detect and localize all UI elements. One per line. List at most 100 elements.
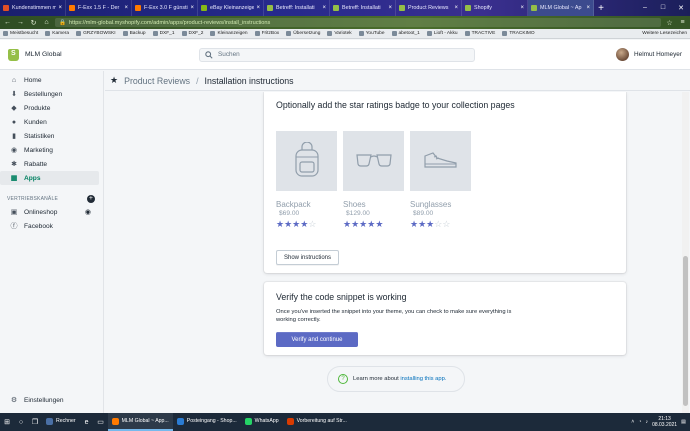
windows-start-icon[interactable]: ⊞	[0, 413, 14, 431]
home-icon[interactable]: ⌂	[42, 19, 51, 26]
browser-tab[interactable]: Shopify ×	[462, 0, 528, 16]
store-switcher[interactable]: MLM Global	[0, 48, 104, 61]
close-window-icon[interactable]: ✕	[672, 4, 690, 12]
star-filled-icon: ★	[284, 219, 293, 229]
close-tab-icon[interactable]: ×	[520, 5, 524, 11]
sidebar-item-kunden[interactable]: ● Kunden	[0, 115, 99, 129]
bookmark-item[interactable]: Lioft - Akku	[426, 31, 458, 36]
close-tab-icon[interactable]: ×	[388, 5, 392, 11]
chevron-up-icon[interactable]: ˄	[631, 419, 634, 425]
browser-tab[interactable]: Kundenstimmen m ×	[0, 0, 66, 16]
maximize-icon[interactable]: □	[654, 4, 672, 12]
bookmark-label: TRACTIVE	[471, 31, 496, 36]
bookmark-item[interactable]: TRACTIVE	[464, 31, 496, 36]
browser-tab[interactable]: Betreff: Installati ×	[330, 0, 396, 16]
close-tab-icon[interactable]: ×	[322, 5, 326, 11]
close-tab-icon[interactable]: ×	[124, 5, 128, 11]
learn-more-link[interactable]: installing this app.	[400, 376, 446, 382]
scrollbar[interactable]	[682, 92, 689, 413]
taskbar-app[interactable]: Posteingang - Shop...	[173, 413, 241, 431]
bookmark-item[interactable]: Backup	[122, 31, 146, 36]
sidebar-item-facebook[interactable]: ⓕ Facebook	[0, 219, 99, 233]
browser-tab[interactable]: eBay Kleinanzeige ×	[198, 0, 264, 16]
bookmark-favicon-icon	[76, 31, 82, 36]
url-field[interactable]: 🔒 https://mlm-global.myshopify.com/admin…	[55, 18, 661, 27]
sidebar-item-bestellungen[interactable]: ⬇ Bestellungen	[0, 87, 99, 101]
task-view-icon[interactable]: ❐	[28, 413, 42, 431]
bookmark-item[interactable]: abetoot_1	[391, 31, 420, 36]
bookmark-star-icon[interactable]: ☆	[665, 19, 674, 27]
other-bookmarks[interactable]: Weitere Lesezeichen	[642, 31, 687, 36]
apps-icon: ▦	[10, 175, 18, 182]
close-tab-icon[interactable]: ×	[190, 5, 194, 11]
close-tab-icon[interactable]: ×	[58, 5, 62, 11]
eye-icon[interactable]: ◉	[85, 208, 91, 216]
bookmark-item[interactable]: Kamera	[45, 31, 69, 36]
star-rating: ★★★★☆	[276, 220, 337, 229]
user-menu[interactable]: Helmut Homeyer	[616, 48, 690, 61]
new-tab-button[interactable]: +	[594, 3, 608, 14]
user-name: Helmut Homeyer	[634, 51, 682, 58]
browser-tab[interactable]: MLM Global ~ Ap ×	[528, 0, 594, 16]
browser-tab[interactable]: F-Exx 1.5 F - Der ×	[66, 0, 132, 16]
sidebar-item-onlineshop[interactable]: ▣ Onlineshop ◉	[0, 205, 99, 219]
network-icon[interactable]: ◔	[638, 419, 641, 425]
notification-icon[interactable]: ▤	[681, 419, 686, 425]
bookmark-item[interactable]: Kleinanzeigen	[210, 31, 248, 36]
bookmark-favicon-icon	[358, 31, 364, 36]
help-icon: ?	[338, 374, 348, 384]
bookmark-item[interactable]: YouTube	[358, 31, 385, 36]
back-icon[interactable]: ←	[3, 19, 12, 26]
menu-icon[interactable]: ≡	[678, 19, 687, 26]
sidebar-item-apps[interactable]: ▦ Apps	[0, 171, 99, 185]
browser-tab[interactable]: Product Reviews ×	[396, 0, 462, 16]
tab-favicon-icon	[333, 5, 339, 11]
sidebar-item-marketing[interactable]: ◉ Marketing	[0, 143, 99, 157]
minimize-icon[interactable]: –	[636, 4, 654, 12]
close-tab-icon[interactable]: ×	[586, 5, 590, 11]
verify-and-continue-button[interactable]: Verify and continue	[276, 332, 358, 347]
sidebar-item-rabatte[interactable]: ✱ Rabatte	[0, 157, 99, 171]
taskbar-app[interactable]: Rechner	[42, 413, 80, 431]
bookmark-item[interactable]: GRZYBOWSKI	[76, 31, 116, 36]
browser-tab[interactable]: F-Exx 3.0 F günsti ×	[132, 0, 198, 16]
taskbar-app-label: Posteingang - Shop...	[186, 418, 237, 424]
show-instructions-button[interactable]: Show instructions	[276, 250, 340, 265]
edge-icon[interactable]: e	[80, 413, 94, 431]
sidebar-item-settings[interactable]: ⚙ Einstellungen	[0, 393, 100, 407]
bookmark-item[interactable]: Übersetzung	[286, 31, 320, 36]
explorer-icon[interactable]: ▭	[94, 413, 108, 431]
bookmark-item[interactable]: DXF_1	[152, 31, 175, 36]
star-rating: ★★★☆☆	[410, 220, 471, 229]
reload-icon[interactable]: ↻	[29, 19, 38, 27]
learn-more-footer: ? Learn more about installing this app.	[327, 366, 465, 392]
search-input[interactable]: Suchen	[199, 47, 475, 62]
volume-icon[interactable]: ♪	[645, 419, 648, 425]
browser-tab[interactable]: Betreff: Installati ×	[264, 0, 330, 16]
bookmark-favicon-icon	[327, 31, 333, 36]
scrollbar-thumb[interactable]	[683, 256, 688, 406]
tab-label: Kundenstimmen m	[12, 5, 57, 11]
forward-icon[interactable]: →	[16, 19, 25, 26]
clock[interactable]: 21:13 08.03.2021	[652, 416, 677, 428]
search-icon[interactable]: ○	[14, 413, 28, 431]
breadcrumb-parent-link[interactable]: Product Reviews	[124, 76, 190, 86]
taskbar-app[interactable]: Vorbereitung auf Str...	[283, 413, 351, 431]
sidebar-item-home[interactable]: ⌂ Home	[0, 73, 99, 87]
bookmark-item[interactable]: Variotek	[327, 31, 352, 36]
add-channel-icon[interactable]: +	[87, 195, 95, 203]
close-tab-icon[interactable]: ×	[256, 5, 260, 11]
admin-top-bar: MLM Global Suchen Helmut Homeyer	[0, 40, 690, 70]
product-image	[410, 131, 471, 191]
taskbar-app[interactable]: MLM Global ~ App...	[107, 413, 173, 431]
bookmark-item[interactable]: TRACKIMO	[502, 31, 535, 36]
bookmark-item[interactable]: DXF_2	[181, 31, 203, 36]
sidebar-item-statistiken[interactable]: ▮ Statistiken	[0, 129, 99, 143]
taskbar-app[interactable]: WhatsApp	[241, 413, 283, 431]
sidebar-item-produkte[interactable]: ◆ Produkte	[0, 101, 99, 115]
gear-icon: ⚙	[10, 397, 18, 404]
bookmark-label: Backup	[129, 31, 146, 36]
bookmark-item[interactable]: Meistbesucht	[3, 31, 38, 36]
bookmark-item[interactable]: FritzBox	[254, 31, 279, 36]
close-tab-icon[interactable]: ×	[454, 5, 458, 11]
